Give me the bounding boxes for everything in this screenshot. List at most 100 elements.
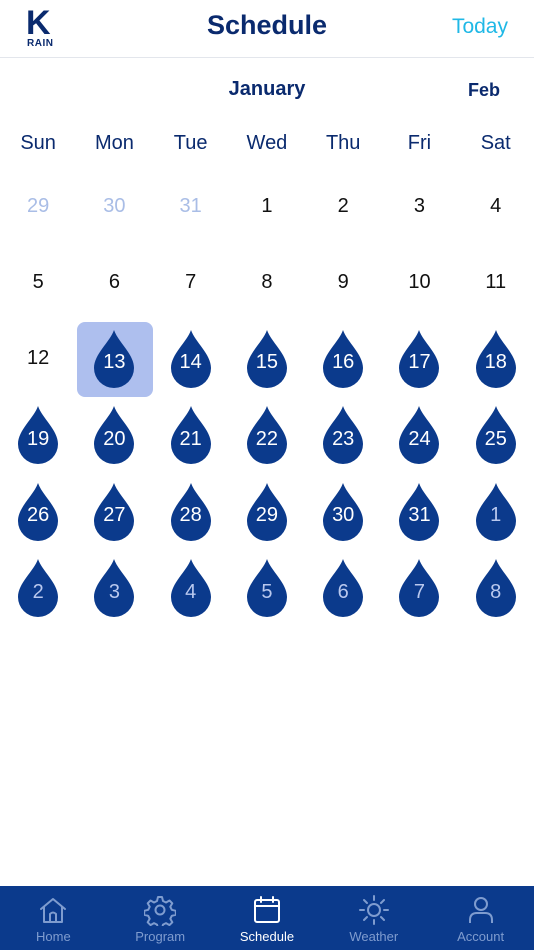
calendar-day[interactable]: 10 (381, 244, 457, 320)
day-number: 18 (484, 351, 507, 374)
day-number: 26 (27, 504, 50, 527)
weekday-label: Fri (407, 132, 432, 154)
day-number: 12 (27, 347, 50, 370)
calendar-day[interactable]: 15 (229, 321, 305, 397)
calendar-grid: 29 30 31 1 2 3 4 5 6 7 8 9 10 11 12 13 14 15 16 17 18 19 20 21 2… (0, 168, 534, 626)
calendar-day[interactable]: 31 (381, 474, 457, 550)
calendar-day[interactable]: 2 (305, 168, 381, 244)
calendar-day[interactable]: 24 (381, 397, 457, 473)
day-number: 29 (27, 194, 50, 217)
day-number: 29 (255, 504, 279, 527)
weekday-label: Thu (325, 132, 361, 154)
person-icon (468, 897, 493, 923)
calendar-day[interactable]: 29 (0, 168, 76, 244)
calendar-icon (253, 896, 280, 923)
day-number: 16 (332, 351, 355, 374)
calendar-day[interactable]: 27 (76, 474, 152, 550)
calendar-day[interactable]: 30 (76, 168, 152, 244)
weekday-label: Tue (173, 132, 208, 154)
gear-icon (144, 896, 177, 926)
calendar-day[interactable]: 19 (0, 397, 76, 473)
next-month-button[interactable]: Feb (468, 80, 500, 101)
calendar-day[interactable]: 28 (153, 474, 229, 550)
day-number: 17 (408, 351, 431, 374)
tab-account[interactable]: Account (427, 886, 534, 950)
calendar-day[interactable]: 18 (458, 321, 534, 397)
day-number: 21 (179, 427, 202, 450)
calendar-day[interactable]: 14 (153, 321, 229, 397)
day-number: 19 (27, 427, 50, 450)
day-number: 10 (408, 271, 431, 294)
calendar-day[interactable]: 5 (229, 550, 305, 626)
day-number: 2 (337, 194, 349, 217)
calendar-day[interactable]: 16 (305, 321, 381, 397)
calendar-day[interactable]: 6 (76, 244, 152, 320)
current-month-label: January (228, 78, 306, 100)
day-number: 3 (108, 580, 120, 603)
day-number: 8 (261, 271, 273, 294)
day-number: 7 (185, 271, 197, 294)
calendar-day[interactable]: 2 (0, 550, 76, 626)
calendar-day[interactable]: 26 (0, 474, 76, 550)
day-number: 5 (261, 580, 273, 603)
tab-weather[interactable]: Weather (320, 886, 427, 950)
day-number: 22 (255, 427, 279, 450)
calendar-day[interactable]: 1 (229, 168, 305, 244)
calendar-day[interactable]: 12 (0, 321, 76, 397)
calendar-day-selected[interactable]: 13 (76, 321, 154, 398)
tab-schedule[interactable]: Schedule (214, 886, 321, 950)
calendar-day[interactable]: 5 (0, 244, 76, 320)
day-number: 14 (179, 351, 202, 374)
calendar-day[interactable]: 8 (229, 244, 305, 320)
calendar-day[interactable]: 11 (458, 244, 534, 320)
calendar-day[interactable]: 1 (458, 474, 534, 550)
calendar-day[interactable]: 6 (305, 550, 381, 626)
calendar-day[interactable]: 22 (229, 397, 305, 473)
calendar-day[interactable]: 23 (305, 397, 381, 473)
calendar-day[interactable]: 17 (381, 321, 457, 397)
calendar-day[interactable]: 29 (229, 474, 305, 550)
krain-logo: K RAIN (26, 6, 58, 50)
day-number: 4 (185, 580, 197, 603)
tab-label: Schedule (239, 929, 295, 944)
day-number: 25 (484, 427, 507, 450)
day-number: 7 (413, 580, 426, 603)
calendar-day[interactable]: 7 (153, 244, 229, 320)
month-navigator: January Feb (0, 76, 534, 106)
day-number: 13 (103, 351, 126, 374)
day-number: 1 (261, 194, 273, 217)
sun-icon (358, 895, 389, 925)
day-number: 9 (337, 271, 349, 294)
calendar-day[interactable]: 7 (381, 550, 457, 626)
top-bar: K RAIN Schedule Today (0, 0, 534, 58)
tab-label: Home (36, 929, 71, 944)
day-number: 30 (332, 504, 355, 527)
calendar-day[interactable]: 31 (153, 168, 229, 244)
weekday-label: Mon (94, 132, 134, 154)
calendar-day[interactable]: 4 (458, 168, 534, 244)
day-number: 6 (108, 271, 120, 294)
tab-program[interactable]: Program (107, 886, 214, 950)
calendar-day[interactable]: 3 (381, 168, 457, 244)
calendar-day[interactable]: 30 (305, 474, 381, 550)
today-button[interactable]: Today (452, 15, 508, 39)
day-number: 1 (490, 504, 502, 527)
calendar-day[interactable]: 21 (153, 397, 229, 473)
tab-home[interactable]: Home (0, 886, 107, 950)
calendar-day[interactable]: 8 (458, 550, 534, 626)
day-number: 31 (408, 504, 431, 527)
calendar-day[interactable]: 20 (76, 397, 152, 473)
day-number: 2 (32, 580, 44, 603)
weekday-label: Wed (246, 132, 288, 154)
weekday-header: Sun Mon Tue Wed Thu Fri Sat (0, 132, 534, 160)
day-number: 28 (179, 504, 202, 527)
calendar-day[interactable]: 9 (305, 244, 381, 320)
calendar-day[interactable]: 3 (76, 550, 152, 626)
weekday-label: Sat (480, 132, 511, 154)
day-number: 11 (485, 271, 507, 294)
calendar-day[interactable]: 25 (458, 397, 534, 473)
calendar-day[interactable]: 4 (153, 550, 229, 626)
day-number: 24 (408, 427, 431, 450)
day-number: 8 (490, 580, 502, 603)
logo-rain-text: RAIN (27, 38, 54, 49)
